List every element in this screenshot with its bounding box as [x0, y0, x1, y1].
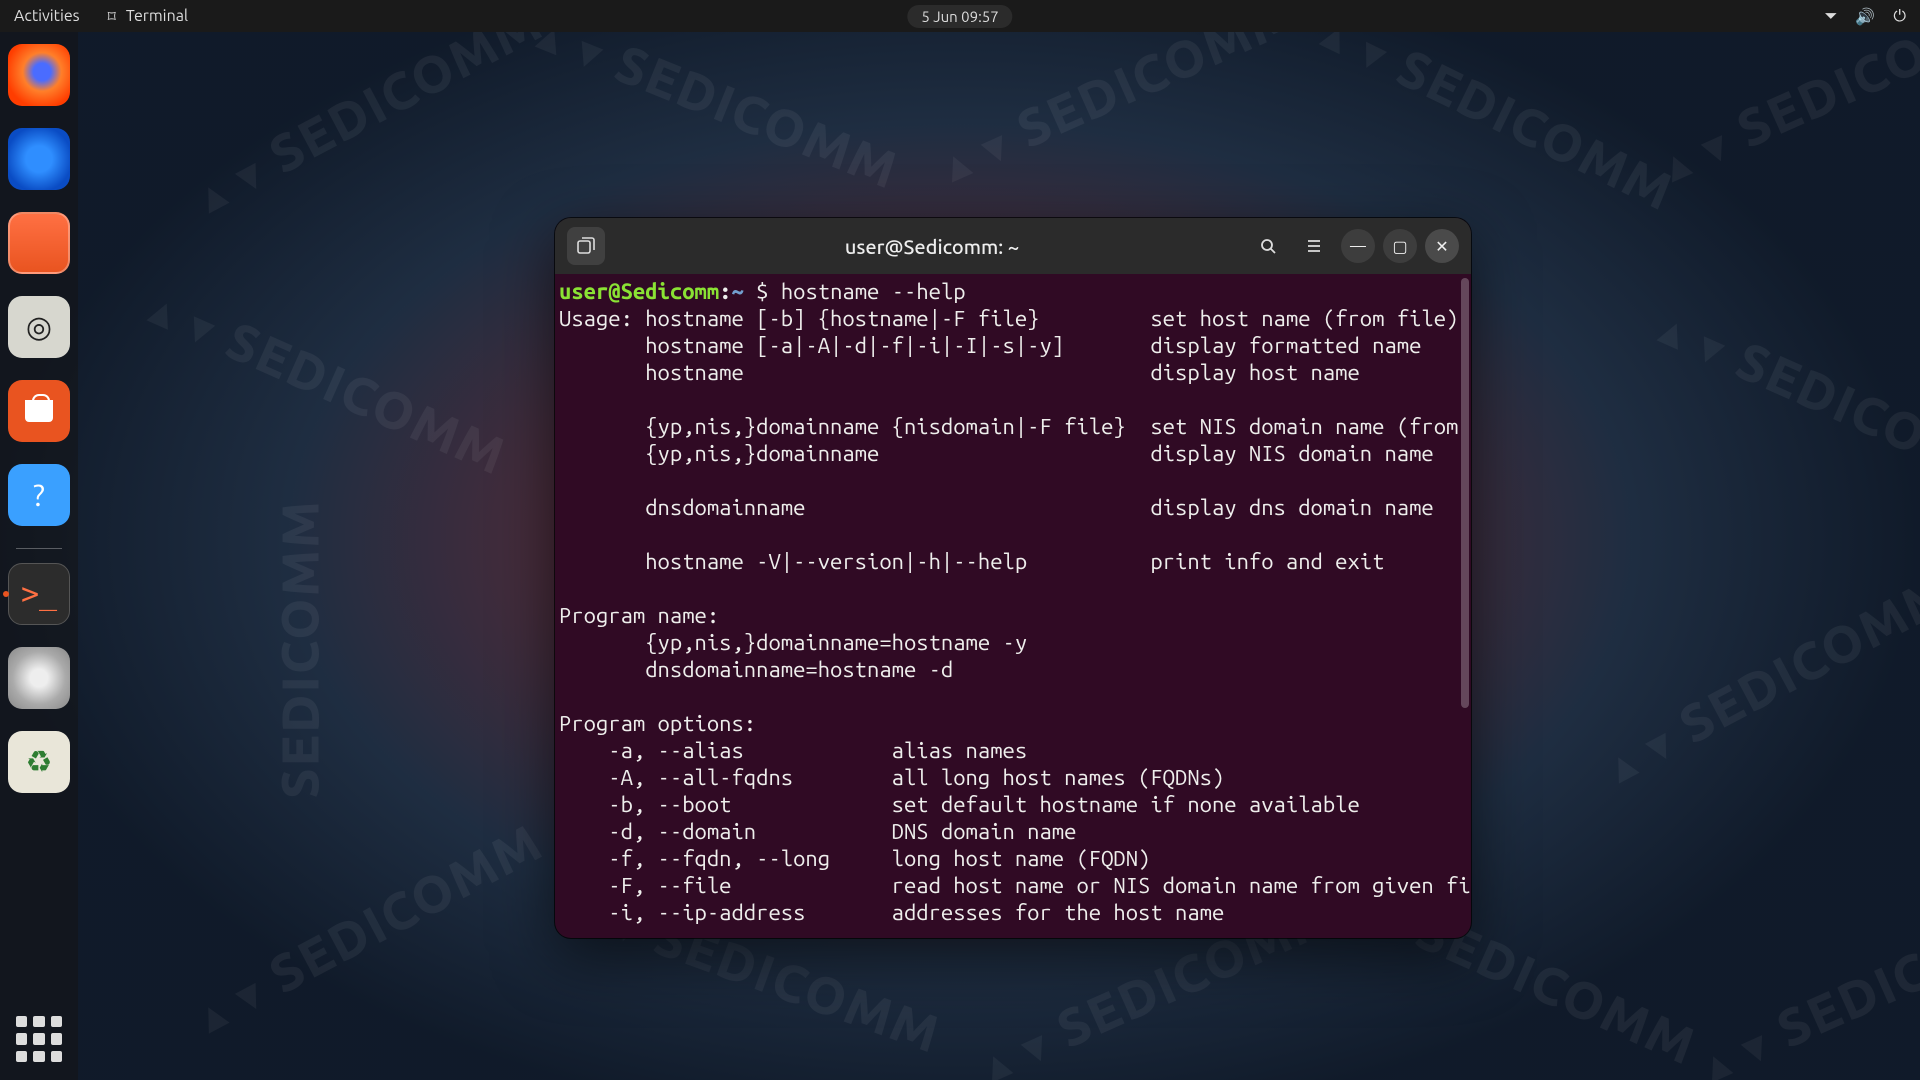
maximize-button[interactable]: ▢: [1383, 229, 1417, 263]
output-line: hostname [-a|-A|-d|-f|-i|-I|-s|-y] displ…: [559, 332, 1459, 359]
terminal-body[interactable]: user@Sedicomm:~ $ hostname --help Usage:…: [555, 274, 1471, 938]
maximize-icon: ▢: [1392, 237, 1407, 256]
close-icon: ✕: [1435, 237, 1448, 256]
hamburger-icon: [1305, 237, 1323, 255]
dock-separator: [16, 548, 62, 549]
new-tab-icon: [577, 237, 595, 255]
terminal-window: user@Sedicomm: ~ — ▢ ✕ user@Sedicomm:~ $…: [555, 218, 1471, 938]
show-applications-button[interactable]: [16, 1016, 62, 1062]
output-line: -d, --domain DNS domain name: [559, 818, 1459, 845]
output-line: hostname -V|--version|-h|--help print in…: [559, 548, 1459, 575]
output-line: [559, 467, 1459, 494]
network-icon[interactable]: ⏷: [1825, 7, 1838, 26]
output-line: [559, 683, 1459, 710]
output-line: [559, 575, 1459, 602]
files-icon[interactable]: [8, 212, 70, 274]
rhythmbox-icon[interactable]: ◎: [8, 296, 70, 358]
minimize-button[interactable]: —: [1341, 229, 1375, 263]
output-line: Program options:: [559, 710, 1459, 737]
activities-button[interactable]: Activities: [14, 7, 80, 25]
focused-app-name: Terminal: [126, 7, 188, 25]
terminal-output: Usage: hostname [-b] {hostname|-F file} …: [559, 305, 1459, 926]
menu-button[interactable]: [1295, 227, 1333, 265]
output-line: dnsdomainname display dns domain name: [559, 494, 1459, 521]
search-button[interactable]: [1249, 227, 1287, 265]
terminal-icon: ⌑: [108, 7, 116, 26]
output-line: -f, --fqdn, --long long host name (FQDN): [559, 845, 1459, 872]
top-panel: Activities ⌑ Terminal 5 Jun 09:57 ⏷ 🔊 ⏻: [0, 0, 1920, 32]
window-title: user@Sedicomm: ~: [615, 235, 1249, 258]
thunderbird-icon[interactable]: [8, 128, 70, 190]
command-text: hostname --help: [781, 279, 966, 304]
dock: ◎ ? >_ ♻: [0, 32, 78, 1080]
minimize-icon: —: [1350, 237, 1366, 255]
scroll-thumb[interactable]: [1461, 278, 1469, 708]
close-button[interactable]: ✕: [1425, 229, 1459, 263]
output-line: {yp,nis,}domainname display NIS domain n…: [559, 440, 1459, 467]
firefox-icon[interactable]: [8, 44, 70, 106]
output-line: {yp,nis,}domainname=hostname -y: [559, 629, 1459, 656]
focused-app-indicator[interactable]: ⌑ Terminal: [108, 7, 189, 26]
output-line: [559, 521, 1459, 548]
output-line: -F, --file read host name or NIS domain …: [559, 872, 1459, 899]
output-line: -A, --all-fqdns all long host names (FQD…: [559, 764, 1459, 791]
output-line: hostname display host name: [559, 359, 1459, 386]
power-icon[interactable]: ⏻: [1893, 7, 1906, 26]
clock-button[interactable]: 5 Jun 09:57: [907, 5, 1012, 28]
output-line: -i, --ip-address addresses for the host …: [559, 899, 1459, 926]
new-tab-button[interactable]: [567, 227, 605, 265]
output-line: Usage: hostname [-b] {hostname|-F file} …: [559, 305, 1459, 332]
output-line: Program name:: [559, 602, 1459, 629]
trash-icon[interactable]: ♻: [8, 731, 70, 793]
removable-disk-icon[interactable]: [8, 647, 70, 709]
terminal-icon[interactable]: >_: [8, 563, 70, 625]
output-line: dnsdomainname=hostname -d: [559, 656, 1459, 683]
output-line: -a, --alias alias names: [559, 737, 1459, 764]
output-line: [559, 386, 1459, 413]
output-line: -b, --boot set default hostname if none …: [559, 791, 1459, 818]
terminal-titlebar[interactable]: user@Sedicomm: ~ — ▢ ✕: [555, 218, 1471, 274]
volume-icon[interactable]: 🔊: [1855, 7, 1875, 26]
search-icon: [1259, 237, 1277, 255]
output-line: {yp,nis,}domainname {nisdomain|-F file} …: [559, 413, 1459, 440]
help-icon[interactable]: ?: [8, 464, 70, 526]
software-store-icon[interactable]: [8, 380, 70, 442]
prompt-line: user@Sedicomm:~ $ hostname --help: [559, 278, 1459, 305]
